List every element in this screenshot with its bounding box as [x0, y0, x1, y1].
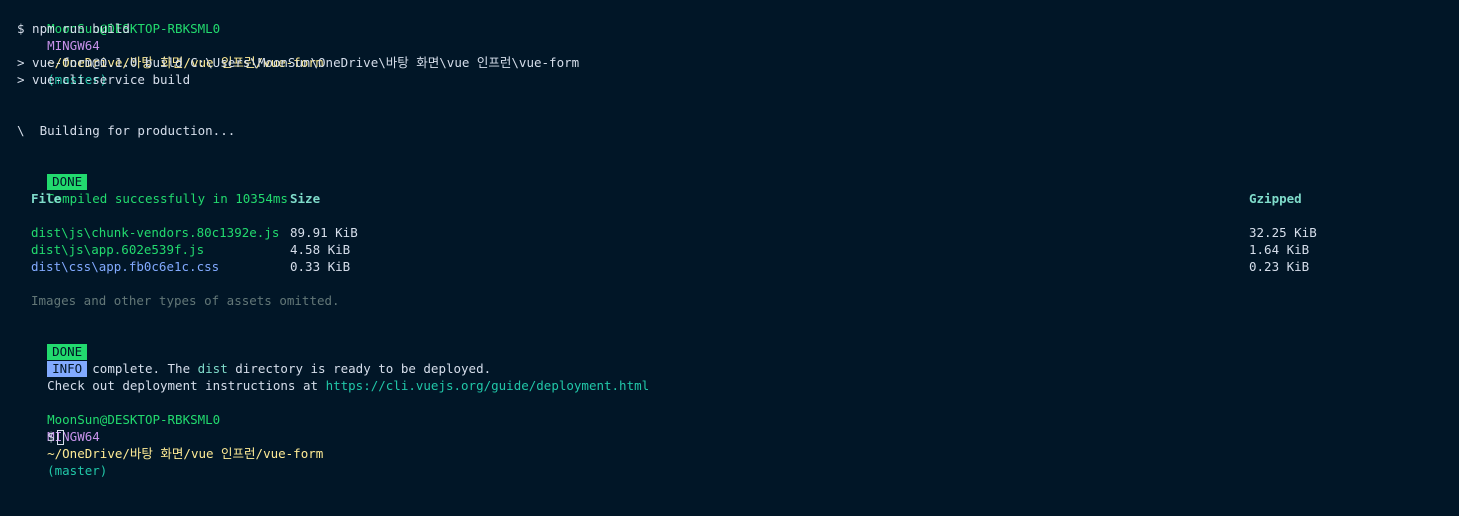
- table-row-file: dist\js\chunk-vendors.80c1392e.js: [31, 225, 280, 240]
- table-row-size: 4.58 KiB: [290, 242, 351, 257]
- table-header-size: Size: [290, 191, 321, 206]
- table-row-size: 0.33 KiB: [290, 259, 351, 274]
- compile-status-line: DONE Compiled successfully in 10354ms: [17, 156, 288, 206]
- prompt-line: MoonSun@DESKTOP-RBKSML0 MINGW64 ~/OneDri…: [17, 394, 323, 478]
- terminal-window[interactable]: MoonSun@DESKTOP-RBKSML0 MINGW64 ~/OneDri…: [0, 0, 1459, 516]
- info-badge: INFO: [47, 361, 88, 377]
- deployment-link[interactable]: https://cli.vuejs.org/guide/deployment.h…: [326, 378, 650, 393]
- table-row-file: dist\css\app.fb0c6e1c.css: [31, 259, 220, 274]
- prompt-symbol: $: [47, 429, 55, 444]
- input-line[interactable]: $: [17, 411, 64, 445]
- info-line: INFO Check out deployment instructions a…: [17, 343, 649, 393]
- omitted-note: Images and other types of assets omitted…: [31, 293, 340, 308]
- table-header-file: File: [31, 191, 62, 206]
- build-complete-text-after: directory is ready to be deployed.: [227, 361, 492, 376]
- prompt-branch: (master): [47, 463, 108, 478]
- dist-directory-name: dist: [197, 361, 228, 376]
- table-row-gzipped: 1.64 KiB: [1249, 242, 1310, 257]
- prompt-path: ~/OneDrive/바탕 화면/vue 인프런/vue-form: [47, 446, 324, 461]
- build-complete-line: DONE Build complete. The dist directory …: [17, 326, 491, 376]
- table-row-gzipped: 32.25 KiB: [1249, 225, 1317, 240]
- prompt-line: MoonSun@DESKTOP-RBKSML0 MINGW64 ~/OneDri…: [17, 3, 323, 87]
- prompt-user-host: MoonSun@DESKTOP-RBKSML0: [47, 412, 221, 427]
- table-row-size: 89.91 KiB: [290, 225, 358, 240]
- table-header-gzipped: Gzipped: [1249, 191, 1302, 206]
- table-row-file: dist\js\app.602e539f.js: [31, 242, 205, 257]
- prompt-env: MINGW64: [47, 38, 100, 53]
- compile-message: Compiled successfully in 10354ms: [47, 191, 288, 206]
- script-line-2: > vue-cli-service build: [17, 72, 191, 87]
- build-spinner-line: \ Building for production...: [17, 123, 236, 138]
- command-line: $ npm run build: [17, 21, 130, 36]
- info-text: Check out deployment instructions at: [47, 378, 326, 393]
- table-row-gzipped: 0.23 KiB: [1249, 259, 1310, 274]
- done-badge: DONE: [47, 174, 88, 190]
- text-cursor[interactable]: [56, 430, 64, 445]
- script-line-1: > vue-form@0.1.0 build C:\Users\MoonSun\…: [17, 55, 580, 70]
